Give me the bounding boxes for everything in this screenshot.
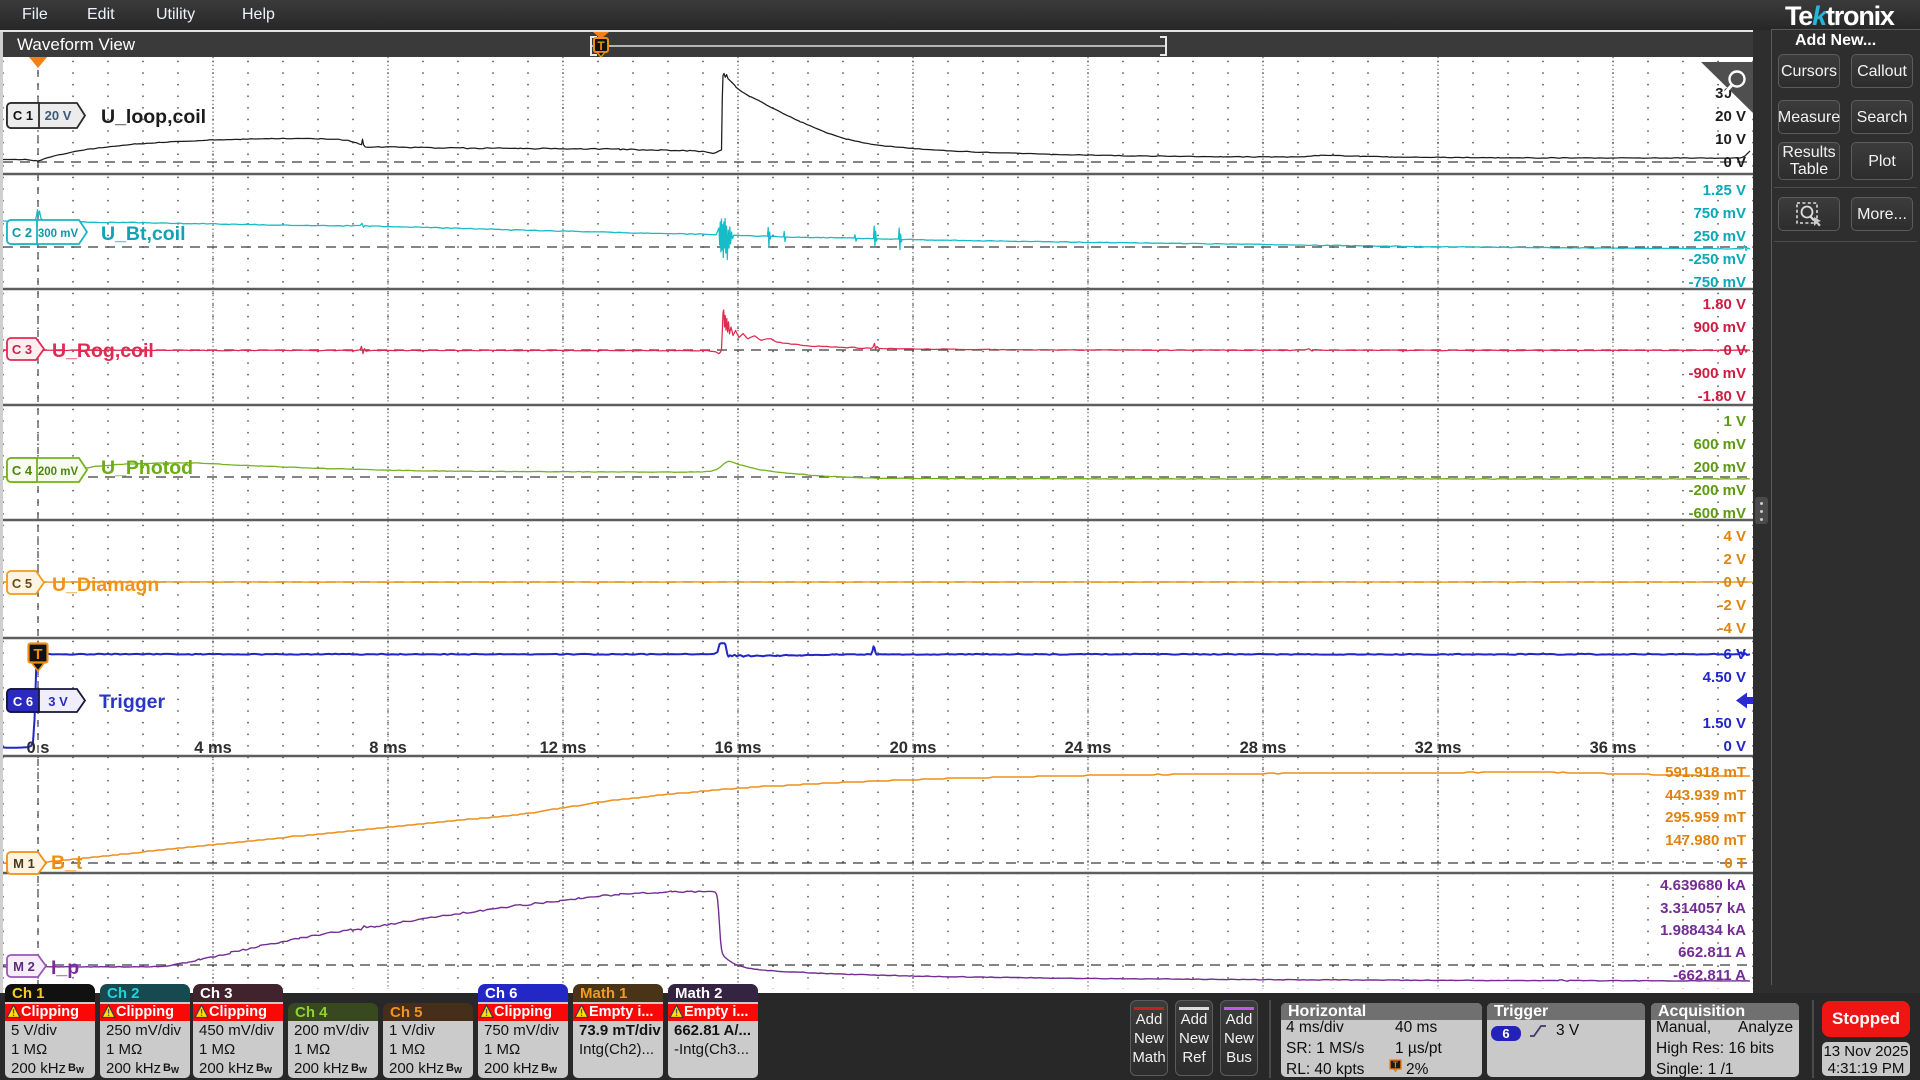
svg-text:1 V: 1 V [1723, 413, 1746, 430]
svg-text:4.50 V: 4.50 V [1703, 669, 1746, 686]
svg-text:C 2: C 2 [12, 225, 32, 240]
svg-text:0 V: 0 V [1723, 154, 1746, 171]
svg-text:M 1: M 1 [13, 856, 35, 871]
svg-text:20 V: 20 V [1715, 108, 1746, 125]
svg-text:1.25 V: 1.25 V [1703, 182, 1746, 199]
svg-text:10 V: 10 V [1715, 131, 1746, 148]
svg-text:300 mV: 300 mV [38, 228, 79, 240]
svg-text:3.314057 kA: 3.314057 kA [1660, 900, 1746, 917]
svg-text:-200 mV: -200 mV [1688, 482, 1746, 499]
svg-text:4 V: 4 V [1723, 528, 1746, 545]
svg-text:591.918 mT: 591.918 mT [1665, 764, 1746, 781]
svg-text:36 ms: 36 ms [1590, 739, 1637, 757]
svg-text:-1.80 V: -1.80 V [1698, 388, 1746, 405]
svg-text:0 V: 0 V [1723, 738, 1746, 755]
svg-text:4 ms: 4 ms [194, 739, 232, 757]
svg-text:C 6: C 6 [13, 694, 33, 709]
svg-text:28 ms: 28 ms [1240, 739, 1287, 757]
svg-text:T: T [597, 39, 605, 53]
svg-text:T: T [1393, 1061, 1398, 1070]
svg-text:32 ms: 32 ms [1415, 739, 1462, 757]
svg-text:C 3: C 3 [12, 342, 32, 357]
svg-text:-750 mV: -750 mV [1688, 274, 1746, 291]
svg-text:-662.811 A: -662.811 A [1673, 967, 1746, 984]
svg-text:I_p: I_p [51, 957, 79, 979]
svg-text:1.988434 kA: 1.988434 kA [1660, 922, 1746, 939]
svg-text:295.959 mT: 295.959 mT [1665, 809, 1746, 826]
svg-text:U_Photod: U_Photod [101, 457, 193, 479]
svg-text:T: T [33, 646, 42, 663]
svg-text:B_t: B_t [51, 852, 83, 874]
svg-text:-4 V: -4 V [1718, 620, 1746, 637]
svg-text:2 V: 2 V [1723, 551, 1746, 568]
svg-text:1.80 V: 1.80 V [1703, 296, 1746, 313]
svg-text:-600 mV: -600 mV [1688, 505, 1746, 522]
svg-text:8 ms: 8 ms [369, 739, 407, 757]
svg-text:C 5: C 5 [12, 576, 32, 591]
svg-text:200 mV: 200 mV [38, 466, 79, 478]
svg-text:4.639680 kA: 4.639680 kA [1660, 877, 1746, 894]
svg-text:16 ms: 16 ms [715, 739, 762, 757]
svg-text:600 mV: 600 mV [1693, 436, 1746, 453]
svg-text:0 V: 0 V [1723, 342, 1746, 359]
svg-text:C 1: C 1 [13, 108, 33, 123]
svg-text:12 ms: 12 ms [540, 739, 587, 757]
svg-text:1.50 V: 1.50 V [1703, 715, 1746, 732]
svg-text:U_Diamagn: U_Diamagn [52, 574, 159, 596]
svg-text:750 mV: 750 mV [1693, 205, 1746, 222]
svg-text:147.980 mT: 147.980 mT [1665, 832, 1746, 849]
svg-text:0 T: 0 T [1724, 855, 1746, 872]
svg-text:6 V: 6 V [1723, 646, 1746, 663]
svg-text:200 mV: 200 mV [1693, 459, 1746, 476]
svg-text:M 2: M 2 [13, 959, 35, 974]
svg-text:0 V: 0 V [1723, 574, 1746, 591]
svg-text:U_loop,coil: U_loop,coil [101, 106, 206, 128]
svg-text:20 V: 20 V [45, 108, 72, 123]
svg-text:900 mV: 900 mV [1693, 319, 1746, 336]
svg-text:250 mV: 250 mV [1693, 228, 1746, 245]
svg-text:20 ms: 20 ms [890, 739, 937, 757]
svg-text:Trigger: Trigger [99, 691, 166, 713]
svg-text:3 V: 3 V [48, 694, 68, 709]
svg-text:U_Rog,coil: U_Rog,coil [52, 340, 154, 362]
svg-text:443.939 mT: 443.939 mT [1665, 787, 1746, 804]
svg-text:-250 mV: -250 mV [1688, 251, 1746, 268]
svg-text:-900 mV: -900 mV [1688, 365, 1746, 382]
svg-text:-2 V: -2 V [1718, 597, 1746, 614]
svg-text:C 4: C 4 [12, 463, 33, 478]
svg-text:662.811 A: 662.811 A [1678, 944, 1746, 961]
svg-text:U_Bt,coil: U_Bt,coil [101, 223, 186, 245]
svg-text:0 s: 0 s [27, 739, 50, 757]
svg-text:24 ms: 24 ms [1065, 739, 1112, 757]
